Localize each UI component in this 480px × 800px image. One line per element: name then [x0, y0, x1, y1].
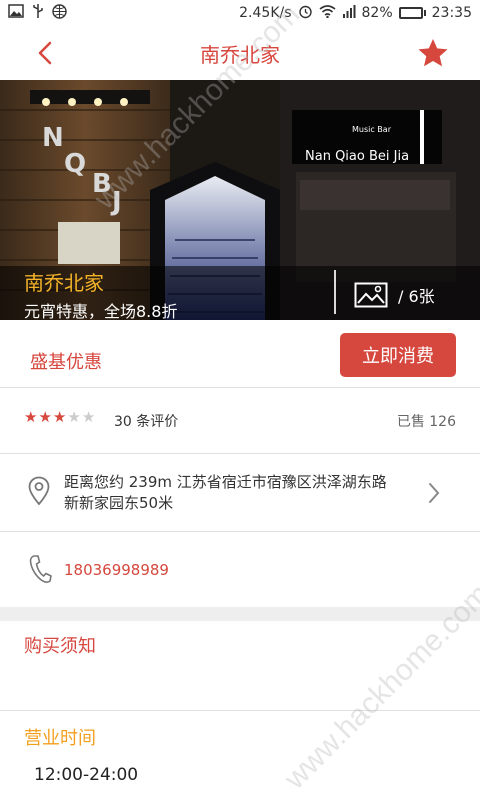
- divider: [0, 710, 480, 711]
- chevron-right-icon[interactable]: [428, 482, 440, 508]
- address-text[interactable]: 距离您约 239m 江苏省宿迁市宿豫区洪泽湖东路新新家园东50米: [64, 472, 394, 514]
- sign-small-text: Music Bar: [352, 125, 392, 134]
- status-bar: 2.45K/s 82% 23:35: [0, 0, 480, 26]
- store-name: 南乔北家: [24, 271, 104, 295]
- store-photo-banner[interactable]: N Q B J Nan Qiao Bei Jia Music Bar 南乔北家 …: [0, 80, 480, 320]
- phone-icon: [28, 554, 52, 588]
- star-filled-icon: ★: [38, 408, 52, 426]
- sign-letter-q: Q: [64, 149, 86, 179]
- battery-icon: [398, 7, 426, 19]
- promo-text: 元宵特惠，全场8.8折: [24, 302, 178, 320]
- buy-now-button[interactable]: 立即消费: [340, 333, 456, 377]
- photo-count: / 6张: [398, 287, 435, 306]
- usb-icon: [32, 3, 44, 23]
- photo-icon: [354, 282, 388, 308]
- divider: [0, 387, 480, 388]
- image-notification-icon: [8, 4, 24, 22]
- star-filled-icon: ★: [52, 408, 67, 426]
- hero-divider: [334, 270, 336, 314]
- purchase-notice-title: 购买须知: [24, 636, 96, 657]
- signal-icon: [342, 4, 356, 22]
- wifi-icon: [319, 4, 336, 22]
- star-filled-icon: ★: [24, 408, 38, 426]
- phone-number[interactable]: 18036998989: [64, 561, 169, 579]
- rating-stars: ★ ★ ★ ★ ★: [24, 410, 95, 425]
- clock: 23:35: [431, 5, 472, 21]
- divider: [0, 453, 480, 454]
- review-count[interactable]: 30 条评价: [114, 411, 178, 431]
- location-pin-icon: [28, 476, 50, 510]
- sold-count: 已售 126: [396, 414, 456, 430]
- deal-title: 盛基优惠: [30, 352, 102, 373]
- star-empty-icon: ★: [67, 408, 81, 426]
- favorite-button[interactable]: [416, 36, 450, 70]
- business-hours-title: 营业时间: [24, 728, 96, 749]
- back-button[interactable]: [30, 38, 60, 68]
- star-empty-icon: ★: [81, 408, 96, 426]
- chevron-left-icon: [38, 41, 52, 65]
- business-hours-value: 12:00-24:00: [34, 765, 139, 785]
- star-icon: [418, 39, 448, 67]
- photo-gallery-button[interactable]: / 6张: [354, 282, 435, 308]
- divider: [0, 531, 480, 532]
- globe-icon: [52, 3, 67, 23]
- section-gap: [0, 607, 480, 621]
- sign-text: Nan Qiao Bei Jia: [305, 149, 409, 164]
- battery-percent: 82%: [361, 5, 393, 21]
- sign-letter-n: N: [42, 123, 64, 153]
